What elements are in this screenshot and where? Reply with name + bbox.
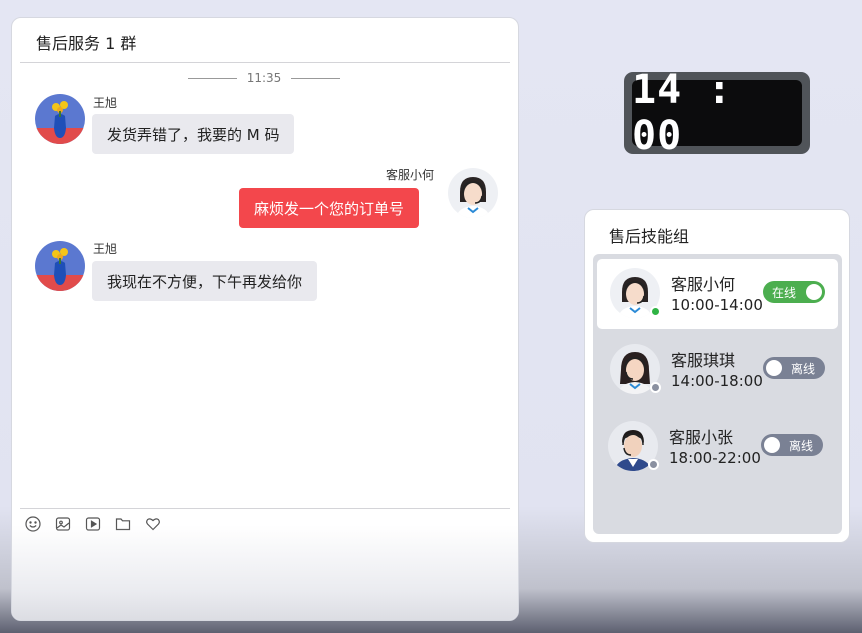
time-divider-label: 11:35	[246, 71, 282, 85]
chat-title: 售后服务 1 群	[36, 34, 137, 53]
time-divider: 11:35	[188, 68, 340, 88]
status-toggle[interactable]: 离线	[761, 434, 823, 456]
agent-item-qiqi[interactable]: 客服琪琪 14:00-18:00 离线	[597, 335, 838, 405]
message-bubble-outgoing[interactable]: 麻烦发一个您的订单号	[239, 188, 420, 228]
emoji-icon[interactable]	[24, 515, 41, 532]
offline-status-dot	[648, 459, 659, 470]
image-icon[interactable]	[54, 515, 71, 532]
message-sender: 王旭	[93, 242, 118, 256]
video-icon[interactable]	[84, 515, 101, 532]
agent-list: 客服小何 10:00-14:00 在线 客服琪琪 14:00-18:00 离线 …	[593, 254, 842, 534]
heart-icon[interactable]	[144, 515, 161, 532]
online-status-dot	[650, 306, 661, 317]
toggle-knob	[764, 437, 780, 453]
status-toggle-label: 离线	[790, 361, 815, 376]
agent-hours: 10:00-14:00	[671, 296, 763, 314]
message-bubble-incoming[interactable]: 我现在不方便，下午再发给你	[92, 261, 318, 301]
status-toggle[interactable]: 离线	[763, 357, 825, 379]
agent-hours: 18:00-22:00	[669, 449, 761, 467]
skill-group-panel: 售后技能组 客服小何 10:00-14:00 在线 客服琪琪 14:00-18:…	[584, 209, 850, 543]
agent-name: 客服小张	[669, 428, 734, 447]
message-sender: 客服小何	[386, 168, 435, 182]
header-divider	[20, 62, 510, 63]
message-sender: 王旭	[93, 96, 118, 110]
digital-clock: 14 : 00	[624, 67, 810, 159]
agent-item-xiaohe[interactable]: 客服小何 10:00-14:00 在线	[597, 259, 838, 329]
avatar-agent-xiaohe[interactable]	[448, 168, 498, 218]
toggle-knob	[766, 360, 782, 376]
folder-icon[interactable]	[114, 515, 131, 532]
agent-name: 客服琪琪	[671, 351, 736, 370]
agent-name: 客服小何	[671, 275, 736, 294]
toggle-knob	[806, 284, 822, 300]
toolbar-divider	[20, 508, 510, 509]
offline-status-dot	[650, 382, 661, 393]
status-toggle-label: 离线	[788, 438, 813, 453]
agent-item-xiaozhang[interactable]: 客服小张 18:00-22:00 离线	[597, 412, 838, 482]
clock-time: 14 : 00	[632, 67, 802, 159]
avatar-wangxu[interactable]	[35, 241, 85, 291]
message-bubble-incoming[interactable]: 发货弄错了，我要的 M 码	[92, 114, 295, 154]
status-toggle[interactable]: 在线	[763, 281, 825, 303]
skill-group-title: 售后技能组	[609, 227, 690, 246]
input-toolbar	[24, 515, 161, 532]
status-toggle-label: 在线	[772, 285, 797, 300]
chat-window: 售后服务 1 群 11:35 王旭 发货弄错了，我要的 M 码 客服小何 麻烦发…	[11, 17, 519, 621]
agent-hours: 14:00-18:00	[671, 372, 763, 390]
avatar-wangxu[interactable]	[35, 94, 85, 144]
